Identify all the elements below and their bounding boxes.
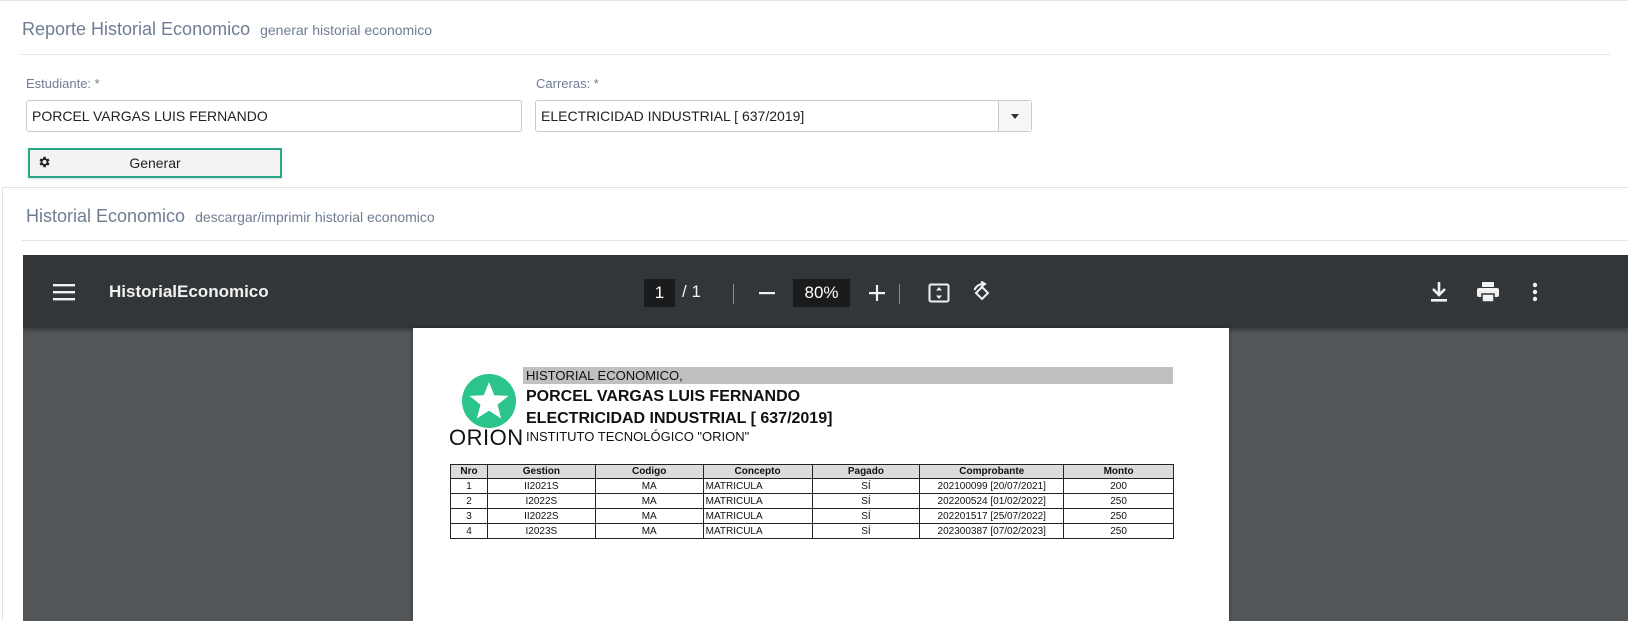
student-input[interactable]: PORCEL VARGAS LUIS FERNANDO	[26, 100, 522, 132]
cell-pagado: SÍ	[811, 493, 921, 509]
report-panel-title: Reporte Historial Economico generar histo…	[22, 19, 432, 40]
column-header-comprobante: Comprobante	[919, 464, 1065, 479]
history-subtitle: descargar/imprimir historial economico	[195, 209, 435, 225]
history-table: Nro Gestion Codigo Concepto Pagado Compr…	[450, 464, 1174, 539]
cell-gestion: I2022S	[486, 493, 596, 509]
career-select[interactable]: ELECTRICIDAD INDUSTRIAL [ 637/2019]	[535, 100, 1032, 132]
cell-concepto: MATRICULA	[702, 508, 813, 524]
cell-monto: 250	[1063, 508, 1174, 524]
toolbar-divider	[733, 284, 734, 304]
cell-codigo: MA	[594, 523, 704, 539]
cell-codigo: MA	[594, 478, 704, 494]
column-header-monto: Monto	[1063, 464, 1174, 479]
download-icon[interactable]	[1426, 279, 1452, 305]
cell-nro: 1	[450, 478, 488, 494]
cell-codigo: MA	[594, 508, 704, 524]
cell-pagado: SÍ	[811, 508, 921, 524]
history-title: Historial Economico	[26, 206, 186, 226]
cell-monto: 250	[1063, 523, 1174, 539]
column-header-nro: Nro	[450, 464, 488, 479]
menu-icon[interactable]	[51, 279, 77, 305]
page-count: / 1	[682, 282, 701, 301]
document-student-name: PORCEL VARGAS LUIS FERNANDO	[526, 388, 801, 405]
column-header-gestion: Gestion	[486, 464, 596, 479]
logo-text: ORION	[449, 425, 524, 450]
divider	[22, 240, 1628, 241]
cell-comprobante: 202200524 [01/02/2022]	[919, 493, 1065, 509]
toolbar-divider	[899, 284, 900, 304]
cell-gestion: II2021S	[486, 478, 596, 494]
history-panel-title: Historial Economico descargar/imprimir hi…	[26, 206, 435, 227]
table-row: 2 I2022S MA MATRICULA SÍ 202200524 [01/0…	[450, 493, 1174, 509]
fit-page-icon[interactable]	[926, 280, 952, 306]
rotate-icon[interactable]	[968, 279, 996, 307]
zoom-out-icon[interactable]	[755, 281, 779, 305]
cell-nro: 2	[450, 493, 488, 509]
student-label: Estudiante: *	[26, 76, 100, 91]
document-career: ELECTRICIDAD INDUSTRIAL [ 637/2019]	[526, 410, 833, 427]
report-title: Reporte Historial Economico	[22, 19, 251, 39]
table-header-row: Nro Gestion Codigo Concepto Pagado Compr…	[450, 464, 1174, 479]
document-heading: HISTORIAL ECONOMICO,	[526, 368, 683, 383]
table-row: 3 II2022S MA MATRICULA SÍ 202201517 [25/…	[450, 508, 1174, 524]
cell-pagado: SÍ	[811, 523, 921, 539]
cell-concepto: MATRICULA	[702, 523, 813, 539]
cell-concepto: MATRICULA	[702, 478, 813, 494]
table-row: 1 II2021S MA MATRICULA SÍ 202100099 [20/…	[450, 478, 1174, 494]
chevron-down-icon[interactable]	[998, 101, 1031, 131]
cell-gestion: II2022S	[486, 508, 596, 524]
column-header-codigo: Codigo	[594, 464, 704, 479]
cell-gestion: I2023S	[486, 523, 596, 539]
career-select-value: ELECTRICIDAD INDUSTRIAL [ 637/2019]	[541, 108, 805, 124]
table-row: 4 I2023S MA MATRICULA SÍ 202300387 [07/0…	[450, 523, 1174, 539]
cell-nro: 3	[450, 508, 488, 524]
page: Reporte Historial Economico generar histo…	[0, 0, 1628, 621]
report-subtitle: generar historial economico	[260, 22, 433, 38]
page-number-input[interactable]: 1	[644, 279, 675, 307]
pdf-toolbar: HistorialEconomico 1 / 1 80%	[23, 255, 1628, 328]
report-form-panel: Reporte Historial Economico generar histo…	[0, 0, 1628, 184]
document-institute: INSTITUTO TECNOLÓGICO "ORION"	[526, 429, 750, 444]
generate-button-label: Generar	[129, 155, 181, 171]
cell-monto: 200	[1063, 478, 1174, 494]
zoom-in-icon[interactable]	[865, 281, 889, 305]
document-title: HistorialEconomico	[109, 282, 269, 301]
more-options-icon[interactable]	[1523, 279, 1547, 305]
column-header-pagado: Pagado	[811, 464, 921, 479]
cell-comprobante: 202300387 [07/02/2023]	[919, 523, 1065, 539]
cell-comprobante: 202201517 [25/07/2022]	[919, 508, 1065, 524]
cell-pagado: SÍ	[811, 478, 921, 494]
cell-nro: 4	[450, 523, 488, 539]
cell-codigo: MA	[594, 493, 704, 509]
print-icon[interactable]	[1474, 279, 1502, 305]
cell-concepto: MATRICULA	[702, 493, 813, 509]
pdf-viewer: HistorialEconomico 1 / 1 80% ORION HISTO…	[23, 255, 1628, 621]
pdf-page: ORION HISTORIAL ECONOMICO, PORCEL VARGAS…	[413, 328, 1229, 621]
cell-comprobante: 202100099 [20/07/2021]	[919, 478, 1065, 494]
cell-monto: 250	[1063, 493, 1174, 509]
zoom-level-input[interactable]: 80%	[793, 279, 850, 307]
column-header-concepto: Concepto	[702, 464, 813, 479]
career-label: Carreras: *	[536, 76, 599, 91]
divider	[20, 54, 1610, 55]
generate-button[interactable]: Generar	[28, 148, 282, 178]
